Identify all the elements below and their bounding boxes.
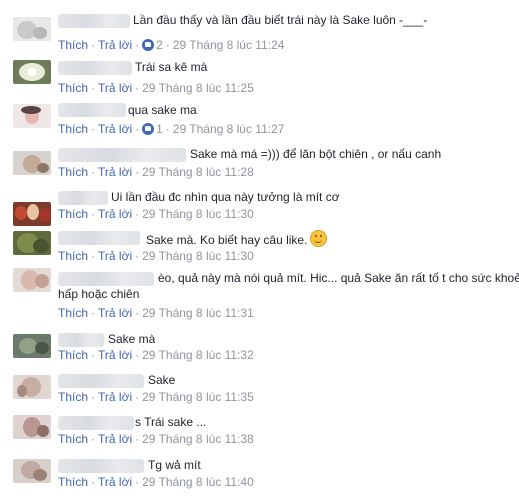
reply-link[interactable]: Trả lời	[98, 432, 132, 446]
like-link[interactable]: Thích	[58, 81, 88, 95]
separator: ·	[91, 81, 96, 95]
separator: ·	[91, 122, 96, 136]
separator: ·	[91, 207, 96, 221]
separator: ·	[91, 165, 96, 179]
timestamp[interactable]: 29 Tháng 8 lúc 11:30	[142, 207, 254, 221]
timestamp[interactable]: 29 Tháng 8 lúc 11:38	[142, 432, 254, 446]
commenter-name-blurred[interactable]	[58, 459, 144, 473]
separator: ·	[135, 165, 140, 179]
separator: ·	[135, 475, 140, 489]
timestamp[interactable]: 29 Tháng 8 lúc 11:40	[142, 475, 254, 489]
separator: ·	[135, 38, 140, 52]
commenter-name-blurred[interactable]	[58, 14, 130, 28]
separator: ·	[135, 390, 140, 404]
commenter-name-blurred[interactable]	[58, 231, 140, 245]
reply-link[interactable]: Trả lời	[98, 249, 132, 263]
comment-text: s Trái sake ...	[135, 415, 207, 429]
avatar[interactable]	[13, 151, 51, 175]
separator: ·	[91, 249, 96, 263]
reply-link[interactable]: Trả lời	[98, 306, 132, 320]
avatar[interactable]	[13, 375, 51, 399]
like-link[interactable]: Thích	[58, 432, 88, 446]
reply-link[interactable]: Trả lời	[98, 348, 132, 362]
comment-text: Ui lần đầu đc nhìn qua này tưởng là mít …	[111, 190, 340, 204]
reply-link[interactable]: Trả lời	[98, 122, 132, 136]
reply-link[interactable]: Trả lời	[98, 81, 132, 95]
commenter-name-blurred[interactable]	[58, 61, 132, 75]
commenter-name-blurred[interactable]	[58, 333, 104, 347]
like-link[interactable]: Thích	[58, 306, 88, 320]
avatar[interactable]	[13, 202, 51, 226]
separator: ·	[91, 475, 96, 489]
commenter-name-blurred[interactable]	[58, 103, 126, 117]
smile-emoji-icon	[310, 230, 328, 247]
separator: ·	[135, 249, 140, 263]
like-link[interactable]: Thích	[58, 249, 88, 263]
separator: ·	[91, 432, 96, 446]
avatar[interactable]	[13, 231, 51, 255]
commenter-name-blurred[interactable]	[58, 148, 186, 162]
separator: ·	[165, 38, 170, 52]
comment-text: qua sake ma	[128, 103, 197, 117]
timestamp[interactable]: 29 Tháng 8 lúc 11:32	[142, 348, 254, 362]
timestamp[interactable]: 29 Tháng 8 lúc 11:24	[173, 38, 285, 52]
like-link[interactable]: Thích	[58, 165, 88, 179]
separator: ·	[91, 390, 96, 404]
separator: ·	[135, 348, 140, 362]
avatar[interactable]	[13, 60, 51, 84]
likes-count[interactable]: 2	[156, 38, 163, 52]
like-link[interactable]: Thích	[58, 390, 88, 404]
likes-count[interactable]: 1	[156, 122, 163, 136]
comment-text: Sake mà	[108, 332, 156, 346]
separator: ·	[91, 38, 96, 52]
avatar[interactable]	[13, 104, 51, 128]
reply-link[interactable]: Trả lời	[98, 390, 132, 404]
like-link[interactable]: Thích	[58, 207, 88, 221]
separator: ·	[135, 122, 140, 136]
separator: ·	[135, 306, 140, 320]
like-link[interactable]: Thích	[58, 475, 88, 489]
commenter-name-blurred[interactable]	[58, 272, 154, 286]
comment-text: Lần đầu thấy và lần đầu biết trái này là…	[133, 13, 428, 27]
reply-link[interactable]: Trả lời	[98, 38, 132, 52]
commenter-name-blurred[interactable]	[58, 416, 134, 430]
avatar[interactable]	[13, 268, 51, 292]
comment-text: Tg wả mít	[148, 458, 201, 472]
reply-link[interactable]: Trả lời	[98, 165, 132, 179]
avatar[interactable]	[13, 415, 51, 439]
commenter-name-blurred[interactable]	[58, 374, 144, 388]
comment-text-line2: hấp hoặc chiên	[58, 287, 140, 301]
avatar[interactable]	[13, 334, 51, 358]
separator: ·	[165, 122, 170, 136]
timestamp[interactable]: 29 Tháng 8 lúc 11:25	[142, 81, 254, 95]
comment-text: Sake	[148, 373, 176, 387]
comment-text: Trái sa kê mà	[135, 60, 208, 74]
commenter-name-blurred[interactable]	[58, 191, 108, 205]
separator: ·	[91, 306, 96, 320]
like-link[interactable]: Thích	[58, 348, 88, 362]
comment-text-body: Sake mà. Ko biết hay câu like.	[146, 233, 308, 247]
like-link[interactable]: Thích	[58, 122, 88, 136]
separator: ·	[135, 432, 140, 446]
timestamp[interactable]: 29 Tháng 8 lúc 11:31	[142, 306, 254, 320]
comment-text: Sake mà má =))) để lăn bột chiên , or nấ…	[190, 147, 442, 161]
avatar[interactable]	[13, 459, 51, 483]
separator: ·	[91, 348, 96, 362]
like-link[interactable]: Thích	[58, 38, 88, 52]
comment-text: èo, quả này mà nói quả mít. Hic... quả S…	[158, 271, 519, 285]
timestamp[interactable]: 29 Tháng 8 lúc 11:35	[142, 390, 254, 404]
reply-link[interactable]: Trả lời	[98, 207, 132, 221]
reply-link[interactable]: Trả lời	[98, 475, 132, 489]
separator: ·	[135, 81, 140, 95]
comment-text: Sake mà. Ko biết hay câu like.	[146, 230, 328, 248]
separator: ·	[135, 207, 140, 221]
timestamp[interactable]: 29 Tháng 8 lúc 11:27	[173, 122, 285, 136]
timestamp[interactable]: 29 Tháng 8 lúc 11:30	[142, 249, 254, 263]
avatar[interactable]	[13, 17, 51, 41]
timestamp[interactable]: 29 Tháng 8 lúc 11:28	[142, 165, 254, 179]
like-badge-icon[interactable]	[142, 39, 155, 51]
like-badge-icon[interactable]	[142, 123, 155, 135]
